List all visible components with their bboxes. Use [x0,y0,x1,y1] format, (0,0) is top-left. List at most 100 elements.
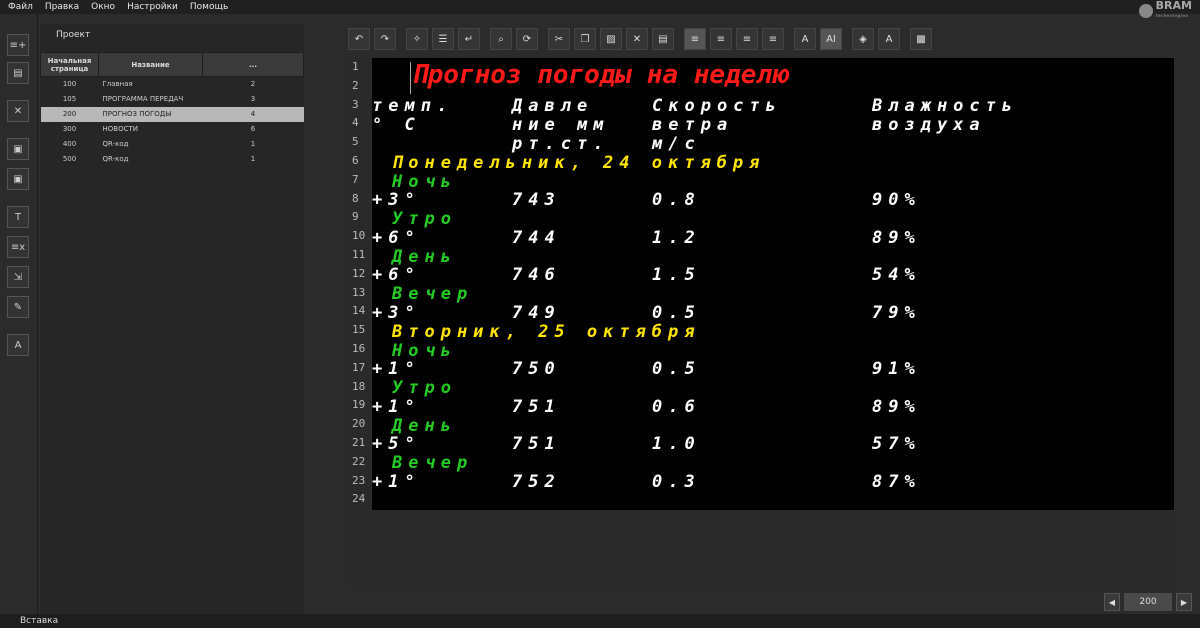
align-justify-icon[interactable]: ≡ [762,28,784,50]
redo-icon[interactable]: ↷ [374,28,396,50]
humidity-value: 91% [872,359,921,379]
col-name[interactable]: Название [98,52,203,77]
wind-value: 1.2 [652,228,701,248]
period-label: День [392,416,457,436]
cell-start: 300 [62,125,77,133]
align-left-icon[interactable]: ≡ [684,28,706,50]
wind-value: 0.5 [652,359,701,379]
menu-edit[interactable]: Правка [45,2,79,12]
day-label: Вторник, 25 октября [392,322,701,342]
line-number: 5 [352,135,359,148]
magic-wand-icon[interactable]: ✧ [406,28,428,50]
brand-logo: BRAM technologies [1138,0,1192,21]
header-humidity-2: воздуха [872,115,986,135]
line-number: 4 [352,116,359,129]
wind-value: 1.5 [652,265,701,285]
period-label: Утро [392,378,457,398]
table-row[interactable]: 400 QR-код 1 [41,137,304,152]
period-label: Ночь [392,341,457,361]
align-right-icon[interactable]: ≡ [736,28,758,50]
undo-icon[interactable]: ↶ [348,28,370,50]
wind-value: 1.0 [652,434,701,454]
checker-icon[interactable]: ▩ [910,28,932,50]
teletext-editor: 1 2 3 4 5 6 7 8 9 10 11 12 13 14 15 16 1… [348,58,1174,588]
save-icon[interactable]: ▣ [7,138,29,160]
next-page-button[interactable]: ▶ [1176,593,1192,611]
day-label: Понедельник, 24 октября [392,153,766,173]
font-normal-icon[interactable]: A [794,28,816,50]
copy-icon[interactable]: ❐ [574,28,596,50]
pressure-value: 749 [512,303,561,323]
page-title: Прогноз погоды на неделю [412,60,788,90]
table-row[interactable]: 300 НОВОСТИ 6 [41,122,304,137]
export-icon[interactable]: ⇲ [7,266,29,288]
cell-count: 2 [250,80,256,89]
line-number: 2 [352,79,359,92]
line-number: 24 [352,492,366,505]
menu-file[interactable]: Файл [8,2,33,12]
edit-icon[interactable]: ✎ [7,296,29,318]
cell-name: Главная [102,80,133,89]
search-icon[interactable]: ⌕ [490,28,512,50]
clear-format-icon[interactable]: ≡x [7,236,29,258]
paste-icon[interactable]: ▨ [600,28,622,50]
prev-page-button[interactable]: ◀ [1104,593,1120,611]
cell-start: 500 [62,155,77,163]
cut-icon[interactable]: ✂ [548,28,570,50]
line-number: 18 [352,380,366,393]
header-temp-1: темп. [372,96,454,116]
cell-count: 6 [250,125,256,133]
cell-count: 3 [250,95,256,103]
humidity-value: 89% [872,228,921,248]
table-row[interactable]: 105 ПРОГРАММА ПЕРЕДАЧ 3 [41,92,304,107]
line-number: 16 [352,342,366,355]
period-label: Ночь [392,172,457,192]
menu-help[interactable]: Помощь [190,2,228,12]
table-row[interactable]: 100 Главная 2 [41,77,304,92]
text-color-icon[interactable]: A [878,28,900,50]
list-icon[interactable]: ☰ [432,28,454,50]
table-row[interactable]: 500 QR-код 1 [41,152,304,167]
menu-bar: Файл Правка Окно Настройки Помощь BRAM te… [0,0,1200,18]
line-number: 9 [352,210,359,223]
page-navigator: ◀ 200 ▶ [1104,593,1192,611]
menu-settings[interactable]: Настройки [127,2,178,12]
col-more[interactable]: ... [202,52,304,77]
return-icon[interactable]: ↵ [458,28,480,50]
left-toolbar: ≡+ ▤ ✕ ▣ ▣ T ≡x ⇲ ✎ A [0,14,38,614]
wind-value: 0.6 [652,397,701,417]
font-italic-icon[interactable]: AI [820,28,842,50]
line-number: 14 [352,304,366,317]
col-start-page[interactable]: Начальная страница [40,52,99,77]
delete-icon[interactable]: ✕ [7,100,29,122]
add-page-icon[interactable]: ≡+ [7,34,29,56]
pressure-value: 751 [512,397,561,417]
header-pressure-1: Давле [512,96,594,116]
table-row-selected[interactable]: 200 ПРОГНОЗ ПОГОДЫ 4 [40,106,304,122]
temp-value: +1° [372,397,421,417]
temp-value: +6° [372,265,421,285]
temp-value: +1° [372,472,421,492]
status-bar: Вставка [0,614,1200,628]
cell-count: 4 [202,106,304,122]
header-pressure-2: ние мм [512,115,610,135]
temp-value: +6° [372,228,421,248]
pages-table: Начальная страница Название ... 100 Главн… [40,52,304,167]
header-pressure-3: рт.ст. [512,134,610,154]
line-number: 7 [352,173,359,186]
page-canvas[interactable]: Прогноз погоды на неделю темп. ° С Давле… [372,58,1174,510]
line-number: 19 [352,398,366,411]
text-icon[interactable]: T [7,206,29,228]
pressure-value: 743 [512,190,561,210]
save-as-icon[interactable]: ▣ [7,168,29,190]
page-number-field[interactable]: 200 [1124,593,1172,611]
clear-icon[interactable]: ✕ [626,28,648,50]
page-icon[interactable]: ▤ [7,62,29,84]
menu-window[interactable]: Окно [91,2,115,12]
font-icon[interactable]: A [7,334,29,356]
fill-color-icon[interactable]: ◈ [852,28,874,50]
header-temp-2: ° С [372,115,421,135]
replace-icon[interactable]: ⟳ [516,28,538,50]
select-all-icon[interactable]: ▤ [652,28,674,50]
align-center-icon[interactable]: ≡ [710,28,732,50]
